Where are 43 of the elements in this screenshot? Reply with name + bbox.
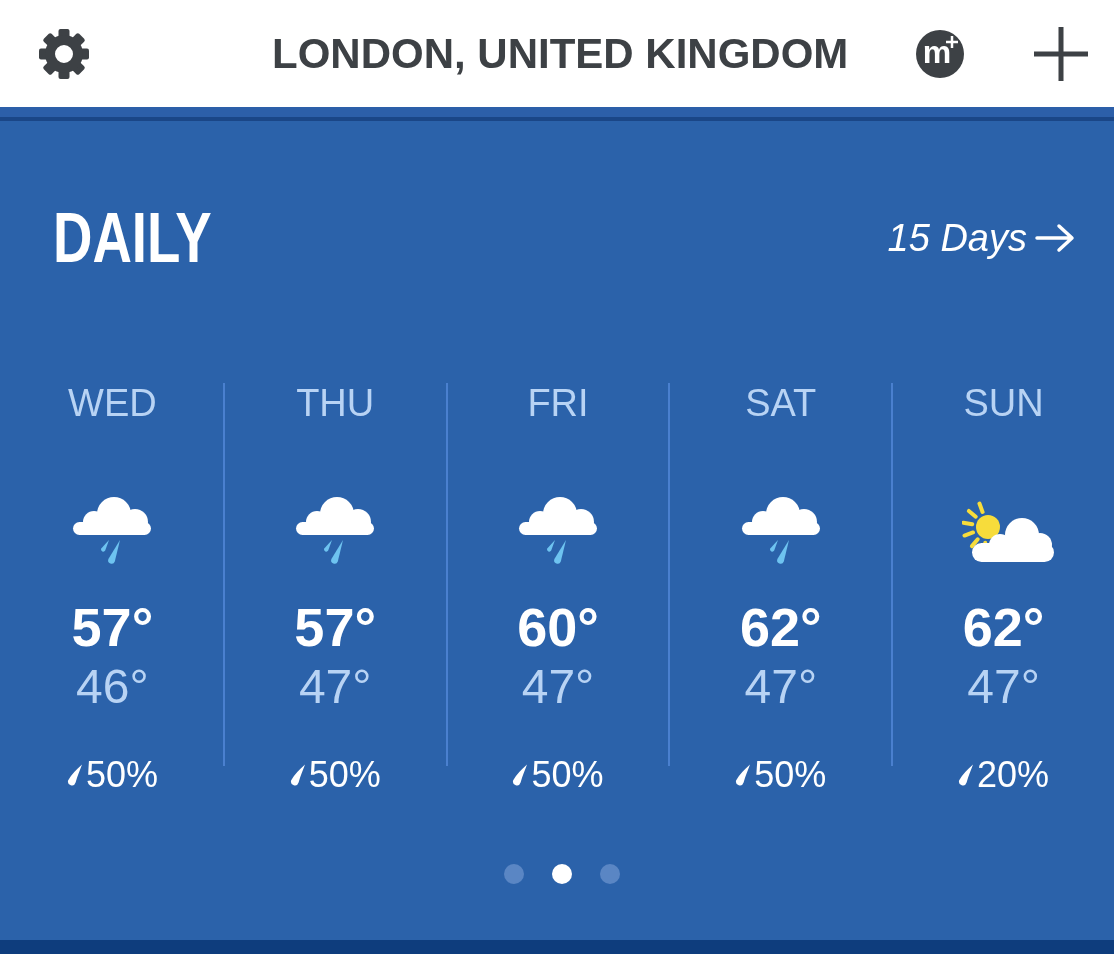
day-label: FRI (527, 383, 589, 423)
high-temperature: 62° (739, 599, 822, 655)
sun-cloud-icon (961, 499, 1054, 563)
day-label: THU (296, 383, 375, 423)
high-temperature: 60° (517, 599, 599, 655)
precipitation-chance: 50% (85, 755, 158, 795)
page-dot[interactable] (552, 864, 572, 884)
logo-letter: m (922, 35, 952, 68)
plus-icon (946, 35, 958, 48)
high-temperature: 57° (294, 599, 377, 655)
rain-cloud-icon (740, 495, 821, 567)
fifteen-days-link[interactable]: 15 Days (887, 216, 1075, 260)
raindrop-icon (66, 764, 83, 786)
high-temperature: 62° (962, 599, 1045, 655)
day-label: SUN (963, 383, 1044, 423)
location-title: LONDON, UNITED KINGDOM (272, 28, 849, 79)
section-title: DAILY (53, 198, 212, 278)
page-dot[interactable] (504, 864, 524, 884)
raindrop-icon (958, 764, 975, 786)
low-temperature: 47° (298, 661, 372, 713)
rain-cloud-icon (72, 495, 153, 567)
low-temperature: 47° (744, 661, 818, 713)
plus-icon (1034, 26, 1088, 81)
settings-icon[interactable] (38, 27, 90, 80)
page-dot[interactable] (600, 864, 620, 884)
low-temperature: 47° (967, 661, 1040, 713)
low-temperature: 46° (76, 661, 149, 713)
precipitation-chance: 50% (531, 755, 604, 795)
precipitation-chance: 50% (308, 755, 381, 795)
raindrop-icon (289, 764, 306, 786)
arrow-right-icon (1035, 223, 1075, 253)
raindrop-icon (512, 764, 529, 786)
add-button[interactable] (1034, 26, 1088, 81)
raindrop-icon (735, 764, 752, 786)
app-logo[interactable]: m (916, 29, 964, 78)
precipitation-chance: 50% (754, 755, 827, 795)
day-label: SAT (745, 383, 817, 423)
day-label: WED (68, 383, 157, 423)
rain-cloud-icon (518, 495, 598, 567)
high-temperature: 57° (71, 599, 154, 655)
low-temperature: 47° (521, 661, 595, 713)
precipitation-chance: 20% (977, 755, 1050, 795)
rain-cloud-icon (295, 495, 376, 567)
